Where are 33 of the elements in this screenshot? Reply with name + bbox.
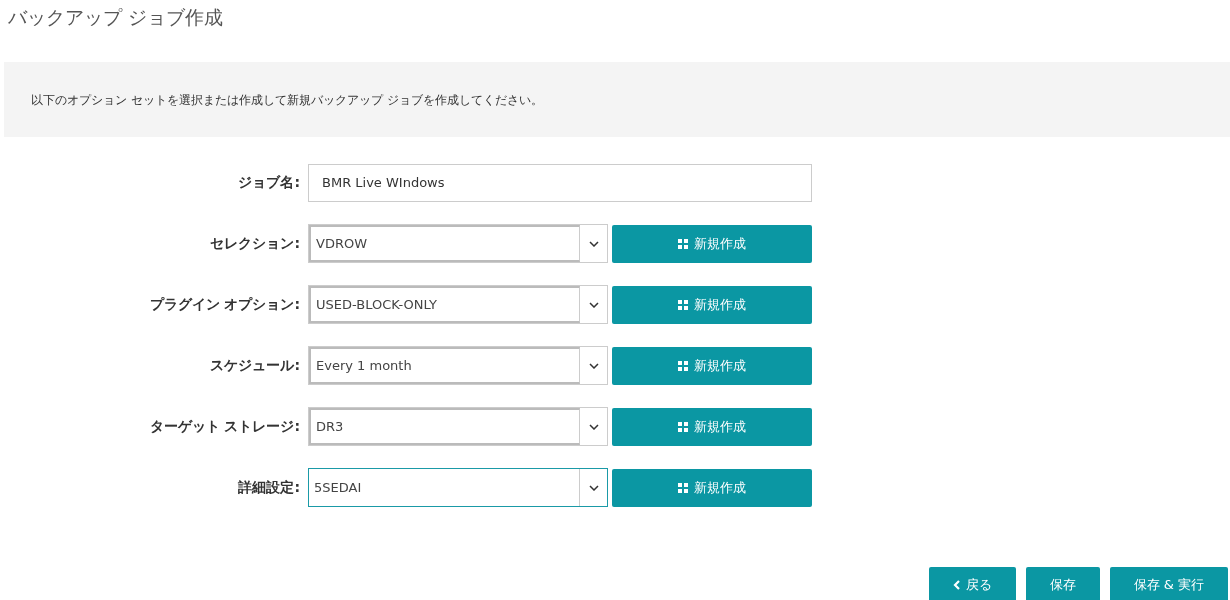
grid-icon: [678, 482, 688, 493]
create-new-button[interactable]: 新規作成: [612, 285, 812, 324]
field-label: ジョブ名:: [237, 173, 300, 192]
dropdown-select[interactable]: VDROW: [308, 224, 608, 263]
dropdown-select[interactable]: DR3: [308, 407, 608, 446]
dropdown-select[interactable]: 5SEDAI: [308, 468, 608, 507]
field-label: スケジュール:: [209, 356, 300, 375]
chevron-down-icon: [588, 484, 599, 491]
instruction-text: 以下のオプション セットを選択または作成して新規バックアップ ジョブを作成してください。: [31, 91, 543, 108]
grid-icon: [678, 360, 688, 371]
field-label: 詳細設定:: [237, 478, 300, 497]
create-new-button[interactable]: 新規作成: [612, 407, 812, 446]
field-label: セレクション:: [209, 234, 300, 253]
field-label: プラグイン オプション:: [148, 295, 300, 314]
create-new-button[interactable]: 新規作成: [612, 346, 812, 385]
grid-icon: [678, 421, 688, 432]
dropdown-select[interactable]: Every 1 month: [308, 346, 608, 385]
action-button[interactable]: 保存 & 実行: [1109, 567, 1228, 600]
job-name-field[interactable]: BMR Live WIndows: [308, 163, 812, 202]
chevron-down-icon: [588, 362, 599, 369]
create-new-button[interactable]: 新規作成: [612, 224, 812, 263]
grid-icon: [678, 299, 688, 310]
dropdown-select[interactable]: USED-BLOCK-ONLY: [308, 285, 608, 324]
grid-icon: [678, 238, 688, 249]
back-button[interactable]: 戻る: [928, 567, 1016, 600]
chevron-down-icon: [588, 301, 599, 308]
chevron-down-icon: [588, 423, 599, 430]
page-title: バックアップ ジョブ作成: [8, 5, 225, 30]
chevron-left-icon: [952, 580, 960, 590]
action-button[interactable]: 保存: [1025, 567, 1100, 600]
create-new-button[interactable]: 新規作成: [612, 468, 812, 507]
chevron-down-icon: [588, 240, 599, 247]
field-label: ターゲット ストレージ:: [148, 417, 300, 436]
